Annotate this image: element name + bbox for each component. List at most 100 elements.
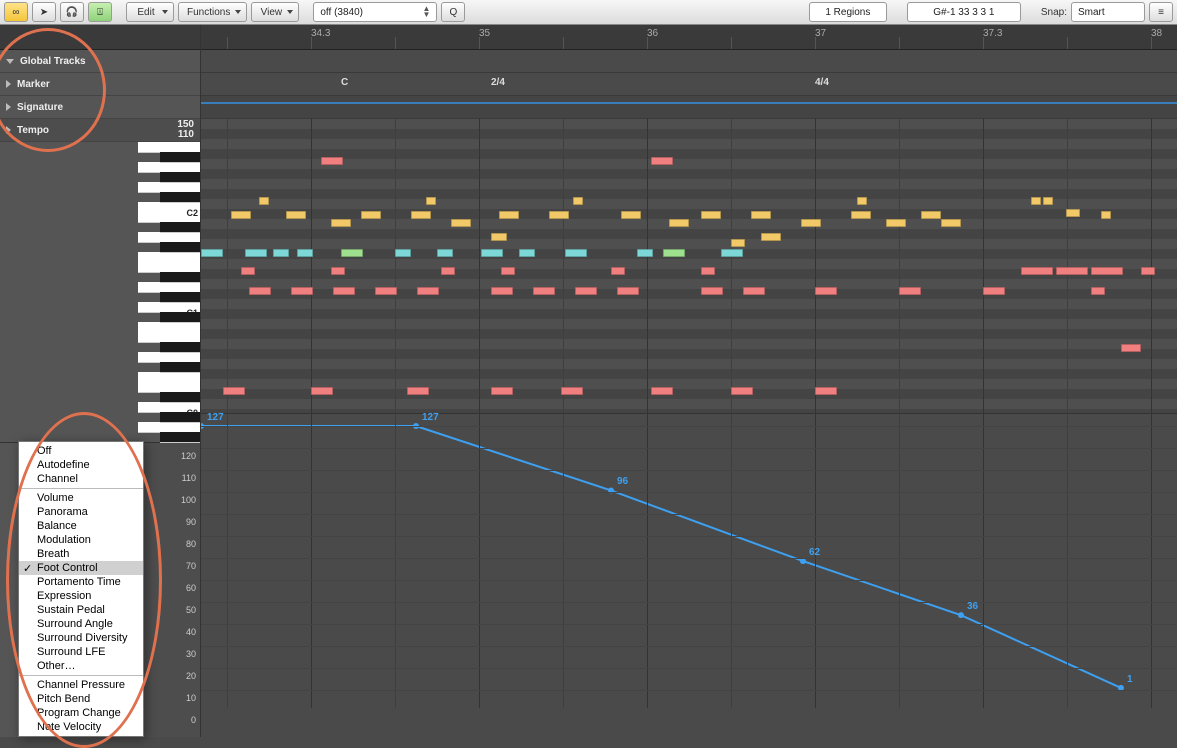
piano-key[interactable] [160,412,200,423]
piano-key[interactable] [160,312,200,323]
midi-note[interactable] [731,387,753,395]
signature-mark[interactable]: 2/4 [491,77,505,88]
disclosure-right-icon[interactable] [6,103,11,111]
link-icon[interactable]: ∞ [4,2,28,22]
midi-note[interactable] [501,267,515,275]
toolbar-overflow-icon[interactable]: ≡ [1149,2,1173,22]
midi-note[interactable] [751,211,771,219]
midi-note[interactable] [481,249,503,257]
menu-item[interactable]: Modulation [19,533,143,547]
piano-key[interactable] [160,242,200,253]
edit-menu[interactable]: Edit [126,2,174,22]
midi-note[interactable] [331,267,345,275]
midi-note[interactable] [1091,267,1123,275]
midi-note[interactable] [519,249,535,257]
view-menu[interactable]: View [251,2,299,22]
midi-note[interactable] [1141,267,1155,275]
midi-note[interactable] [621,211,641,219]
menu-item[interactable]: Autodefine [19,458,143,472]
midi-note[interactable] [451,219,471,227]
piano-key[interactable] [160,292,200,303]
midi-note[interactable] [426,197,436,205]
midi-note[interactable] [565,249,587,257]
piano-key[interactable] [160,432,200,443]
midi-note[interactable] [1101,211,1111,219]
midi-note[interactable] [651,387,673,395]
menu-item[interactable]: Channel Pressure [19,678,143,692]
functions-menu[interactable]: Functions [178,2,247,22]
midi-note[interactable] [857,197,867,205]
menu-item[interactable]: Panorama [19,505,143,519]
automation-lane[interactable]: 1271279662361 [201,413,1177,708]
midi-note[interactable] [743,287,765,295]
midi-note[interactable] [395,249,411,257]
midi-note[interactable] [575,287,597,295]
midi-note[interactable] [533,287,555,295]
bar-ruler[interactable]: 34.335363737.338 [201,25,1177,50]
menu-item[interactable]: Channel [19,472,143,486]
midi-note[interactable] [437,249,453,257]
midi-note[interactable] [231,211,251,219]
menu-item[interactable]: Balance [19,519,143,533]
piano-key[interactable] [160,272,200,283]
disclosure-down-icon[interactable] [6,59,14,64]
midi-note[interactable] [273,249,289,257]
signature-lane[interactable]: C 2/4 4/4 [201,73,1177,96]
midi-note[interactable] [1031,197,1041,205]
midi-note[interactable] [441,267,455,275]
midi-note[interactable] [375,287,397,295]
menu-item[interactable]: Off [19,444,143,458]
midi-note[interactable] [617,287,639,295]
midi-note[interactable] [549,211,569,219]
midi-note[interactable] [491,233,507,241]
piano-key[interactable] [160,342,200,353]
midi-note[interactable] [761,233,781,241]
piano-key[interactable] [160,152,200,163]
midi-note[interactable] [561,387,583,395]
snap-field[interactable]: Smart [1071,2,1145,22]
midi-note[interactable] [411,211,431,219]
piano-key[interactable] [160,192,200,203]
signature-mark[interactable]: C [341,77,348,88]
midi-note[interactable] [297,249,313,257]
menu-item[interactable]: Surround LFE [19,645,143,659]
menu-item[interactable]: Sustain Pedal [19,603,143,617]
tempo-lane[interactable] [201,96,1177,119]
automation-type-menu[interactable]: OffAutodefineChannelVolumePanoramaBalanc… [18,441,144,737]
piano-key[interactable] [160,172,200,183]
midi-note[interactable] [1043,197,1053,205]
piano-keyboard[interactable]: C2C1C0 [138,142,200,442]
midi-note[interactable] [333,287,355,295]
menu-item[interactable]: Other… [19,659,143,673]
menu-item[interactable]: ✓Foot Control [19,561,143,575]
midi-note[interactable] [701,211,721,219]
midi-note[interactable] [341,249,363,257]
midi-note[interactable] [491,287,513,295]
midi-note[interactable] [651,157,673,165]
menu-item[interactable]: Surround Diversity [19,631,143,645]
quantize-field[interactable]: off (3840) ▲▼ [313,2,437,22]
midi-note[interactable] [921,211,941,219]
midi-note[interactable] [669,219,689,227]
midi-note[interactable] [201,249,223,257]
midi-note[interactable] [1021,267,1053,275]
midi-note[interactable] [663,249,685,257]
midi-note[interactable] [291,287,313,295]
midi-note[interactable] [1121,344,1141,352]
midi-note[interactable] [417,287,439,295]
signature-mark[interactable]: 4/4 [815,77,829,88]
midi-note[interactable] [321,157,343,165]
midi-note[interactable] [286,211,306,219]
sidebar-marker[interactable]: Marker [0,73,200,96]
menu-item[interactable]: Pitch Bend [19,692,143,706]
midi-note[interactable] [245,249,267,257]
midi-note[interactable] [259,197,269,205]
midi-note[interactable] [491,387,513,395]
sidebar-signature[interactable]: Signature [0,96,200,119]
midi-note[interactable] [223,387,245,395]
midi-note[interactable] [1091,287,1105,295]
midi-note[interactable] [249,287,271,295]
disclosure-right-icon[interactable] [6,126,11,134]
midi-note[interactable] [983,287,1005,295]
disclosure-right-icon[interactable] [6,80,11,88]
